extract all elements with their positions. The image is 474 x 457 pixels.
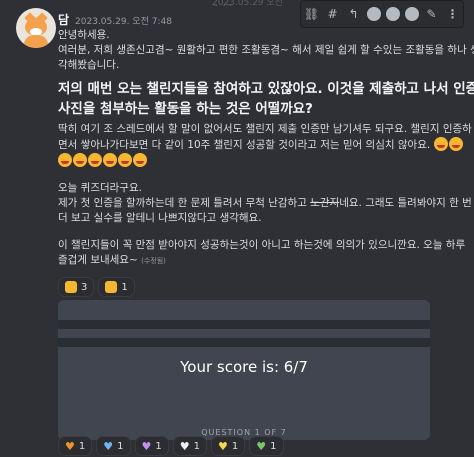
stripe [58,320,430,329]
message-line: 딱히 여기 조 스레드에서 할 말이 없어서도 챌린지 제출 인증만 남기셔두 … [58,123,472,135]
score-text: Your score is: 6/7 [180,358,308,376]
timestamp: 2023.05.29. 오전 7:48 [75,17,172,27]
message-line: 제가 첫 인증을 할까하는데 한 문제 틀려서 무척 난감하고 노간지네요. 그… [58,196,472,211]
add-reaction-icon[interactable] [366,7,381,21]
reaction-heart[interactable]: ♥ 1 [96,436,131,456]
thread-icon[interactable]: # [325,6,341,22]
reaction-count: 1 [121,281,128,293]
reaction-heart[interactable]: ♥ 1 [211,436,246,456]
message-heading: 저의 매번 오는 챌린지들을 참여하고 있잖아요. 이것을 제출하고 나서 인증 [58,81,474,97]
username[interactable]: 담 [58,11,69,28]
more-icon[interactable]: ⋮ [445,6,461,22]
heart-icon: ♥ [141,439,152,453]
message-line: 오늘 퀴즈더라구요. [58,182,142,194]
reaction-flexed-biceps[interactable]: 1 [98,277,135,297]
edit-icon[interactable]: ✎ [424,6,440,22]
message-line: 각해봤습니다. [58,59,120,71]
reaction-count: 1 [78,440,86,452]
heart-icon: ♥ [256,439,267,453]
heart-icon: ♥ [179,439,190,453]
hugging-face-emoji [133,153,147,167]
message-text: 네요. 그래도 틀려봐야지 한 번 [339,197,472,209]
hugging-face-emoji [448,137,463,151]
reaction-heart[interactable]: ♥ 1 [172,436,207,456]
message-line: 이 챌린지들이 꼭 만점 받아야지 성공하는것이 아니고 하는것에 의의가 있으… [58,239,466,251]
avatar[interactable] [16,8,56,48]
stripe [58,338,430,347]
reaction-count: 1 [193,440,200,452]
reaction-count: 1 [155,440,162,452]
hugging-face-emoji [118,153,132,167]
hugging-face-emoji [103,153,117,167]
flexed-biceps-icon [105,281,118,293]
reaction-heart[interactable]: ♥ 1 [249,436,284,456]
message-line: 면서 쌓아나가다보면 다 같이 10주 챌린지 성공할 것이라고 저는 믿어 의… [58,137,463,153]
thumbs-up-icon [65,281,77,293]
message-text: 면서 쌓아나가다보면 다 같이 10주 챌린지 성공할 것이라고 저는 믿어 의… [58,139,431,151]
reaction-count: 1 [270,440,277,452]
message-header: 담 2023.05.29. 오전 7:48 [58,11,172,28]
reaction-count: 3 [81,281,88,293]
hugging-face-emoji [73,153,87,167]
message-heading: 사진을 첨부하는 활동을 하는 것은 어떨까요? [58,101,313,117]
emoji-react-icon[interactable] [404,7,419,21]
heart-reactions: ♥ 1 ♥ 1 ♥ 1 ♥ 1 ♥ 1 ♥ 1 [58,436,284,456]
heart-icon: ♥ [65,439,75,453]
hugging-face-emoji [433,137,448,151]
previous-message-hint: 2023.05.29 오전 7:47 [212,0,283,6]
strikethrough-text: 노간지 [310,197,340,209]
message-toolbar: ⛓ # ↰ ✎ ⋮ [300,0,464,28]
reaction-heart[interactable]: ♥ 1 [58,436,93,456]
reaction-thumbs-up[interactable]: 3 [58,277,95,297]
message-line: 여러분, 저희 생존신고겸~ 원활하고 편한 조활동겸~ 해서 제일 쉽게 할 … [58,44,474,56]
hugging-face-emoji [58,153,72,167]
reaction-heart[interactable]: ♥ 1 [134,436,169,456]
link-icon[interactable]: ⛓ [304,6,320,22]
heart-icon: ♥ [103,439,114,453]
message-text: 제가 첫 인증을 할까하는데 한 문제 틀려서 무척 난감하고 [58,197,311,209]
avatar-body [24,35,48,48]
reaction-count: 1 [117,440,124,452]
message-content: 안녕하세용. 여러분, 저희 생존신고겸~ 원활하고 편한 조활동겸~ 해서 제… [58,28,474,269]
quiz-result-image[interactable]: Your score is: 6/7 QUESTION 1 OF 7 [58,300,430,440]
message-line: 즐겁게 보내세요~ (수정됨) [58,253,460,269]
heart-icon: ♥ [218,439,228,453]
edited-label: (수정됨) [141,257,166,265]
emoji-react-icon[interactable] [385,7,400,21]
message-line: 안녕하세용. [58,29,110,41]
reply-icon[interactable]: ↰ [346,6,362,22]
message-text: 즐겁게 보내세요~ [58,254,138,266]
message-line: 더 보고 실수를 알테니 나쁘지않다고 생각해요. [58,212,262,224]
reaction-count: 1 [231,440,239,452]
reactions: 3 1 [58,277,135,297]
hugging-face-emoji [88,153,102,167]
emoji-row [58,153,460,169]
